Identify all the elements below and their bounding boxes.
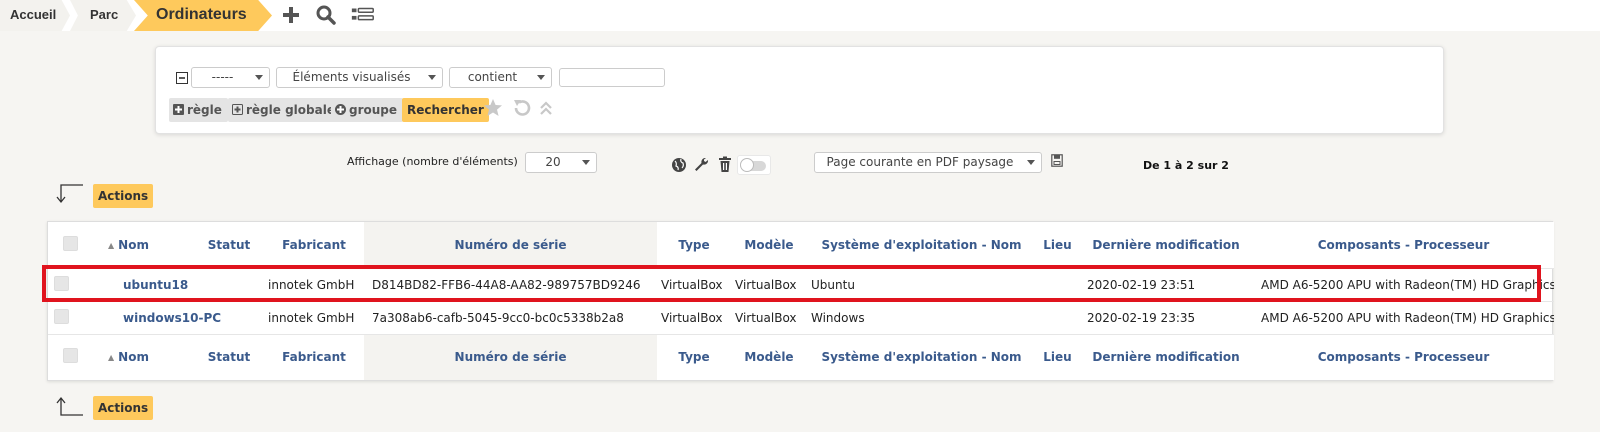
cell-location [1036,267,1079,301]
col-footer-processeur[interactable]: Composants - Processeur [1253,333,1554,380]
actions-button-bottom[interactable]: Actions [93,396,154,420]
actions-button-top[interactable]: Actions [93,184,154,208]
globe-icon[interactable] [671,157,687,173]
trash-icon[interactable] [718,156,732,173]
col-header-statut[interactable]: Statut [194,222,264,268]
sort-up-icon: ▲ [108,240,115,250]
select-all-cell-footer [48,333,92,380]
col-header-modele[interactable]: Modèle [731,222,807,268]
col-header-modification[interactable]: Dernière modification [1079,222,1253,268]
pagination-counter: De 1 à 2 sur 2 [1143,159,1229,172]
col-header-fabricant[interactable]: Fabricant [264,222,364,268]
criterion-select[interactable]: Éléments visualisés [276,67,443,88]
table-header-row: ▲ Nom Statut Fabricant Numéro de série Ty… [48,222,1554,268]
add-global-rule-button[interactable]: règle globale [228,98,341,122]
search-panel: ----- Éléments visualisés contient règle… [155,46,1444,134]
select-all-checkbox[interactable] [62,235,78,251]
col-footer-nom-label: Nom [118,350,149,365]
search-button[interactable]: Rechercher [402,98,489,122]
cell-modified: 2020-02-19 23:51 [1079,267,1253,301]
col-footer-modification[interactable]: Dernière modification [1079,333,1253,380]
chevron-up-double-icon[interactable] [539,100,553,116]
add-global-rule-label: règle globale [246,103,335,117]
col-header-serie[interactable]: Numéro de série [364,222,657,268]
table-row: windows10-PC innotek GmbH 7a308ab6-cafb-… [48,300,1554,334]
field-select[interactable]: ----- [191,67,270,88]
cell-type: VirtualBox [657,267,731,301]
plus-square-outline-icon [232,104,243,115]
col-footer-os[interactable]: Système d'exploitation - Nom [807,333,1036,380]
sort-up-icon: ▲ [108,353,115,363]
col-footer-lieu[interactable]: Lieu [1036,333,1079,380]
col-header-processeur[interactable]: Composants - Processeur [1253,222,1554,268]
wrench-icon[interactable] [693,156,709,173]
plus-square-icon [173,104,184,115]
save-icon[interactable] [1051,154,1063,167]
display-count-select[interactable]: 20 [525,152,597,173]
col-header-os[interactable]: Système d'exploitation - Nom [807,222,1036,268]
breadcrumb-home[interactable]: Accueil [0,0,70,31]
col-header-nom-label: Nom [118,237,149,252]
row-checkbox[interactable] [54,308,69,324]
collapse-rule-icon[interactable] [176,72,188,84]
cell-os: Windows [807,300,1036,334]
search-value-input[interactable] [559,68,665,87]
export-select[interactable]: Page courante en PDF paysage [814,152,1042,173]
cell-model: VirtualBox [731,300,807,334]
cell-serial: 7a308ab6-cafb-5045-9cc0-bc0c5338b2a8 [364,300,657,334]
toggle-knob [740,158,754,172]
cell-cpu: AMD A6-5200 APU with Radeon(TM) HD Graph… [1253,267,1554,301]
col-header-type[interactable]: Type [657,222,731,268]
col-footer-fabricant[interactable]: Fabricant [264,333,364,380]
cell-manufacturer: innotek GmbH [264,300,364,334]
header-bar: Accueil Parc Ordinateurs [0,0,1600,31]
arrow-down-left-icon [56,184,83,204]
col-footer-statut[interactable]: Statut [194,333,264,380]
col-header-lieu[interactable]: Lieu [1036,222,1079,268]
cell-manufacturer: innotek GmbH [264,267,364,301]
row-checkbox-cell [48,300,92,334]
computer-name-link[interactable]: ubuntu18 [92,267,264,301]
operator-select[interactable]: contient [449,67,552,88]
col-header-nom[interactable]: ▲ Nom [92,222,194,268]
plus-icon[interactable] [278,3,304,27]
row-checkbox-cell [48,267,92,301]
list-icon[interactable] [350,3,376,27]
table-footer-row: ▲ Nom Statut Fabricant Numéro de série Ty… [48,333,1554,380]
add-rule-label: règle [187,103,222,117]
breadcrumb-parc[interactable]: Parc [70,0,136,31]
cell-os: Ubuntu [807,267,1036,301]
col-footer-modele[interactable]: Modèle [731,333,807,380]
reset-icon[interactable] [512,98,532,118]
computer-name-link[interactable]: windows10-PC [92,300,264,334]
cell-modified: 2020-02-19 23:35 [1079,300,1253,334]
row-checkbox[interactable] [54,275,69,291]
display-count-label: Affichage (nombre d'éléments) [347,155,518,168]
breadcrumb-current[interactable]: Ordinateurs [134,0,272,31]
col-footer-nom[interactable]: ▲ Nom [92,333,194,380]
col-footer-serie[interactable]: Numéro de série [364,333,657,380]
cell-serial: D814BD82-FFB6-44A8-AA82-989757BD9246 [364,267,657,301]
plus-circle-icon [335,104,346,115]
cell-cpu: AMD A6-5200 APU with Radeon(TM) HD Graph… [1253,300,1554,334]
toggle-container [737,155,771,175]
cell-location [1036,300,1079,334]
computers-table: ▲ Nom Statut Fabricant Numéro de série Ty… [47,221,1554,381]
arrow-up-left-icon [56,396,83,416]
add-group-label: groupe [349,103,398,117]
table-row: ubuntu18 innotek GmbH D814BD82-FFB6-44A8… [48,267,1554,301]
select-all-checkbox-footer[interactable] [62,348,78,364]
select-all-cell [48,222,92,268]
search-icon[interactable] [313,3,339,27]
add-group-button[interactable]: groupe [331,98,404,122]
add-rule-button[interactable]: règle [169,98,228,122]
col-footer-type[interactable]: Type [657,333,731,380]
star-icon[interactable] [483,98,503,118]
cell-type: VirtualBox [657,300,731,334]
cell-model: VirtualBox [731,267,807,301]
